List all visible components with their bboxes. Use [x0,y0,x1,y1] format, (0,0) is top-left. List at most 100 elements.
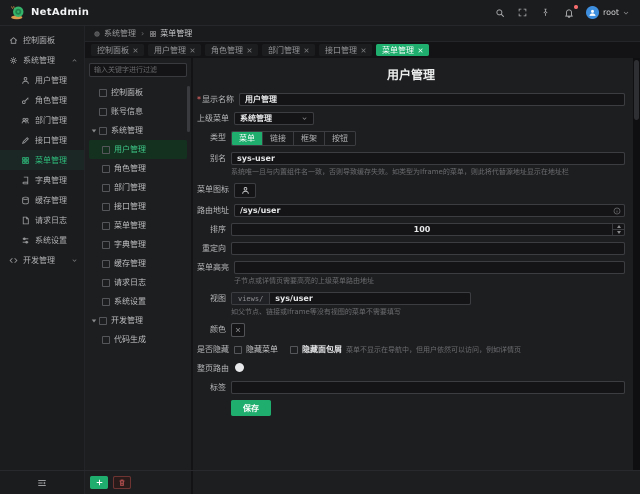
caret-down-icon[interactable] [91,317,98,324]
pin-icon[interactable] [538,5,554,21]
checkbox[interactable] [102,222,110,230]
type-option-menu[interactable]: 菜单 [232,132,263,145]
fullscreen-icon[interactable] [515,5,531,21]
sidebar-item-label: 接口管理 [35,135,67,146]
view-input[interactable] [270,293,470,304]
type-option-link[interactable]: 链接 [263,132,294,145]
number-steppers [612,224,624,235]
type-option-iframe[interactable]: 框架 [294,132,325,145]
route-input[interactable] [234,204,625,217]
tree-scrollbar[interactable] [187,86,190,132]
sidebar-item-dashboard[interactable]: 控制面板 [0,30,84,50]
hide-menu-checkbox[interactable] [234,346,242,354]
sidebar-item-label: 角色管理 [35,95,67,106]
hide-menu-label[interactable]: 隐藏菜单 [246,344,278,355]
tree-item-settings[interactable]: 系统设置 [89,292,187,311]
tree-item-api[interactable]: 接口管理 [89,197,187,216]
close-icon[interactable] [190,48,195,53]
checkbox[interactable] [99,317,107,325]
sidebar-item-api[interactable]: 接口管理 [0,130,84,150]
field-sort: 排序 [197,223,625,236]
tree-item-system[interactable]: 系统管理 [89,121,187,140]
notifications-bell-icon[interactable] [561,5,577,21]
tab-roles[interactable]: 角色管理 [205,44,258,56]
page-scrollbar[interactable] [633,58,640,470]
main-area: 系统管理 › 菜单管理 控制面板 用户管理 角色管理 部门管理 接口管理 菜单管… [85,26,640,470]
field-label: 路由地址 [197,204,234,217]
collapse-sidebar-icon[interactable] [37,478,47,488]
sort-value-input[interactable] [232,224,612,235]
username-label[interactable]: root [603,8,619,17]
tree-footer-toolbar [85,471,191,494]
caret-down-icon[interactable] [91,127,98,134]
checkbox[interactable] [102,146,110,154]
tab-departments[interactable]: 部门管理 [262,44,315,56]
tree-item-dashboard[interactable]: 控制面板 [89,83,187,102]
hide-breadcrumb-label[interactable]: 隐藏面包屑 [302,344,342,355]
tags-input[interactable] [231,381,625,394]
sidebar-item-dictionary[interactable]: 字典管理 [0,170,84,190]
tab-users[interactable]: 用户管理 [148,44,201,56]
menu-icon-picker-button[interactable] [234,183,256,198]
checkbox[interactable] [102,260,110,268]
tree-item-account[interactable]: 账号信息 [89,102,187,121]
checkbox[interactable] [99,127,107,135]
close-icon[interactable] [418,48,423,53]
step-down-button[interactable] [613,229,624,235]
redirect-input[interactable] [231,242,625,255]
tree-item-request-logs[interactable]: 请求日志 [89,273,187,292]
close-icon[interactable] [304,48,309,53]
sidebar-group-development[interactable]: 开发管理 [0,250,84,270]
type-option-button[interactable]: 按钮 [325,132,355,145]
display-name-input[interactable] [239,93,625,106]
user-avatar[interactable] [586,6,599,19]
checkbox[interactable] [102,279,110,287]
sidebar-item-menus[interactable]: 菜单管理 [0,150,84,170]
tab-menus[interactable]: 菜单管理 [376,44,429,56]
breadcrumb-item-system[interactable]: 系统管理 [93,28,136,39]
field-full-page: 整页路由 [197,362,625,375]
parent-menu-select[interactable]: 系统管理 [234,112,314,125]
tab-dashboard[interactable]: 控制面板 [91,44,144,56]
tree-item-cache[interactable]: 缓存管理 [89,254,187,273]
tab-api[interactable]: 接口管理 [319,44,372,56]
sidebar-item-request-logs[interactable]: 请求日志 [0,210,84,230]
close-icon[interactable] [247,48,252,53]
checkbox[interactable] [99,108,107,116]
tree-item-codegen[interactable]: 代码生成 [89,330,187,349]
checkbox[interactable] [102,336,110,344]
highlight-input[interactable] [234,261,625,274]
close-icon[interactable] [361,48,366,53]
tree-item-roles[interactable]: 角色管理 [89,159,187,178]
tree-filter-input[interactable] [89,63,187,77]
breadcrumb-separator: › [141,29,144,38]
checkbox[interactable] [102,165,110,173]
color-picker-button[interactable] [231,323,245,337]
tree-item-menus[interactable]: 菜单管理 [89,216,187,235]
sidebar-group-system[interactable]: 系统管理 [0,50,84,70]
tree-item-development[interactable]: 开发管理 [89,311,187,330]
sidebar-item-settings[interactable]: 系统设置 [0,230,84,250]
close-icon[interactable] [133,48,138,53]
chevron-down-icon[interactable] [622,9,630,17]
search-icon[interactable] [492,5,508,21]
scrollbar-thumb[interactable] [634,60,639,120]
sidebar-item-users[interactable]: 用户管理 [0,70,84,90]
tree-item-users[interactable]: 用户管理 [89,140,187,159]
checkbox[interactable] [102,298,110,306]
tree-item-dictionary[interactable]: 字典管理 [89,235,187,254]
sidebar-item-label: 用户管理 [35,75,67,86]
sidebar-item-cache[interactable]: 缓存管理 [0,190,84,210]
delete-menu-button[interactable] [113,476,131,489]
hide-breadcrumb-checkbox[interactable] [290,346,298,354]
tree-item-departments[interactable]: 部门管理 [89,178,187,197]
add-menu-button[interactable] [90,476,108,489]
alias-input[interactable] [231,152,625,165]
checkbox[interactable] [99,89,107,97]
sidebar-item-roles[interactable]: 角色管理 [0,90,84,110]
checkbox[interactable] [102,241,110,249]
checkbox[interactable] [102,203,110,211]
save-button[interactable]: 保存 [231,400,271,416]
sidebar-item-departments[interactable]: 部门管理 [0,110,84,130]
checkbox[interactable] [102,184,110,192]
